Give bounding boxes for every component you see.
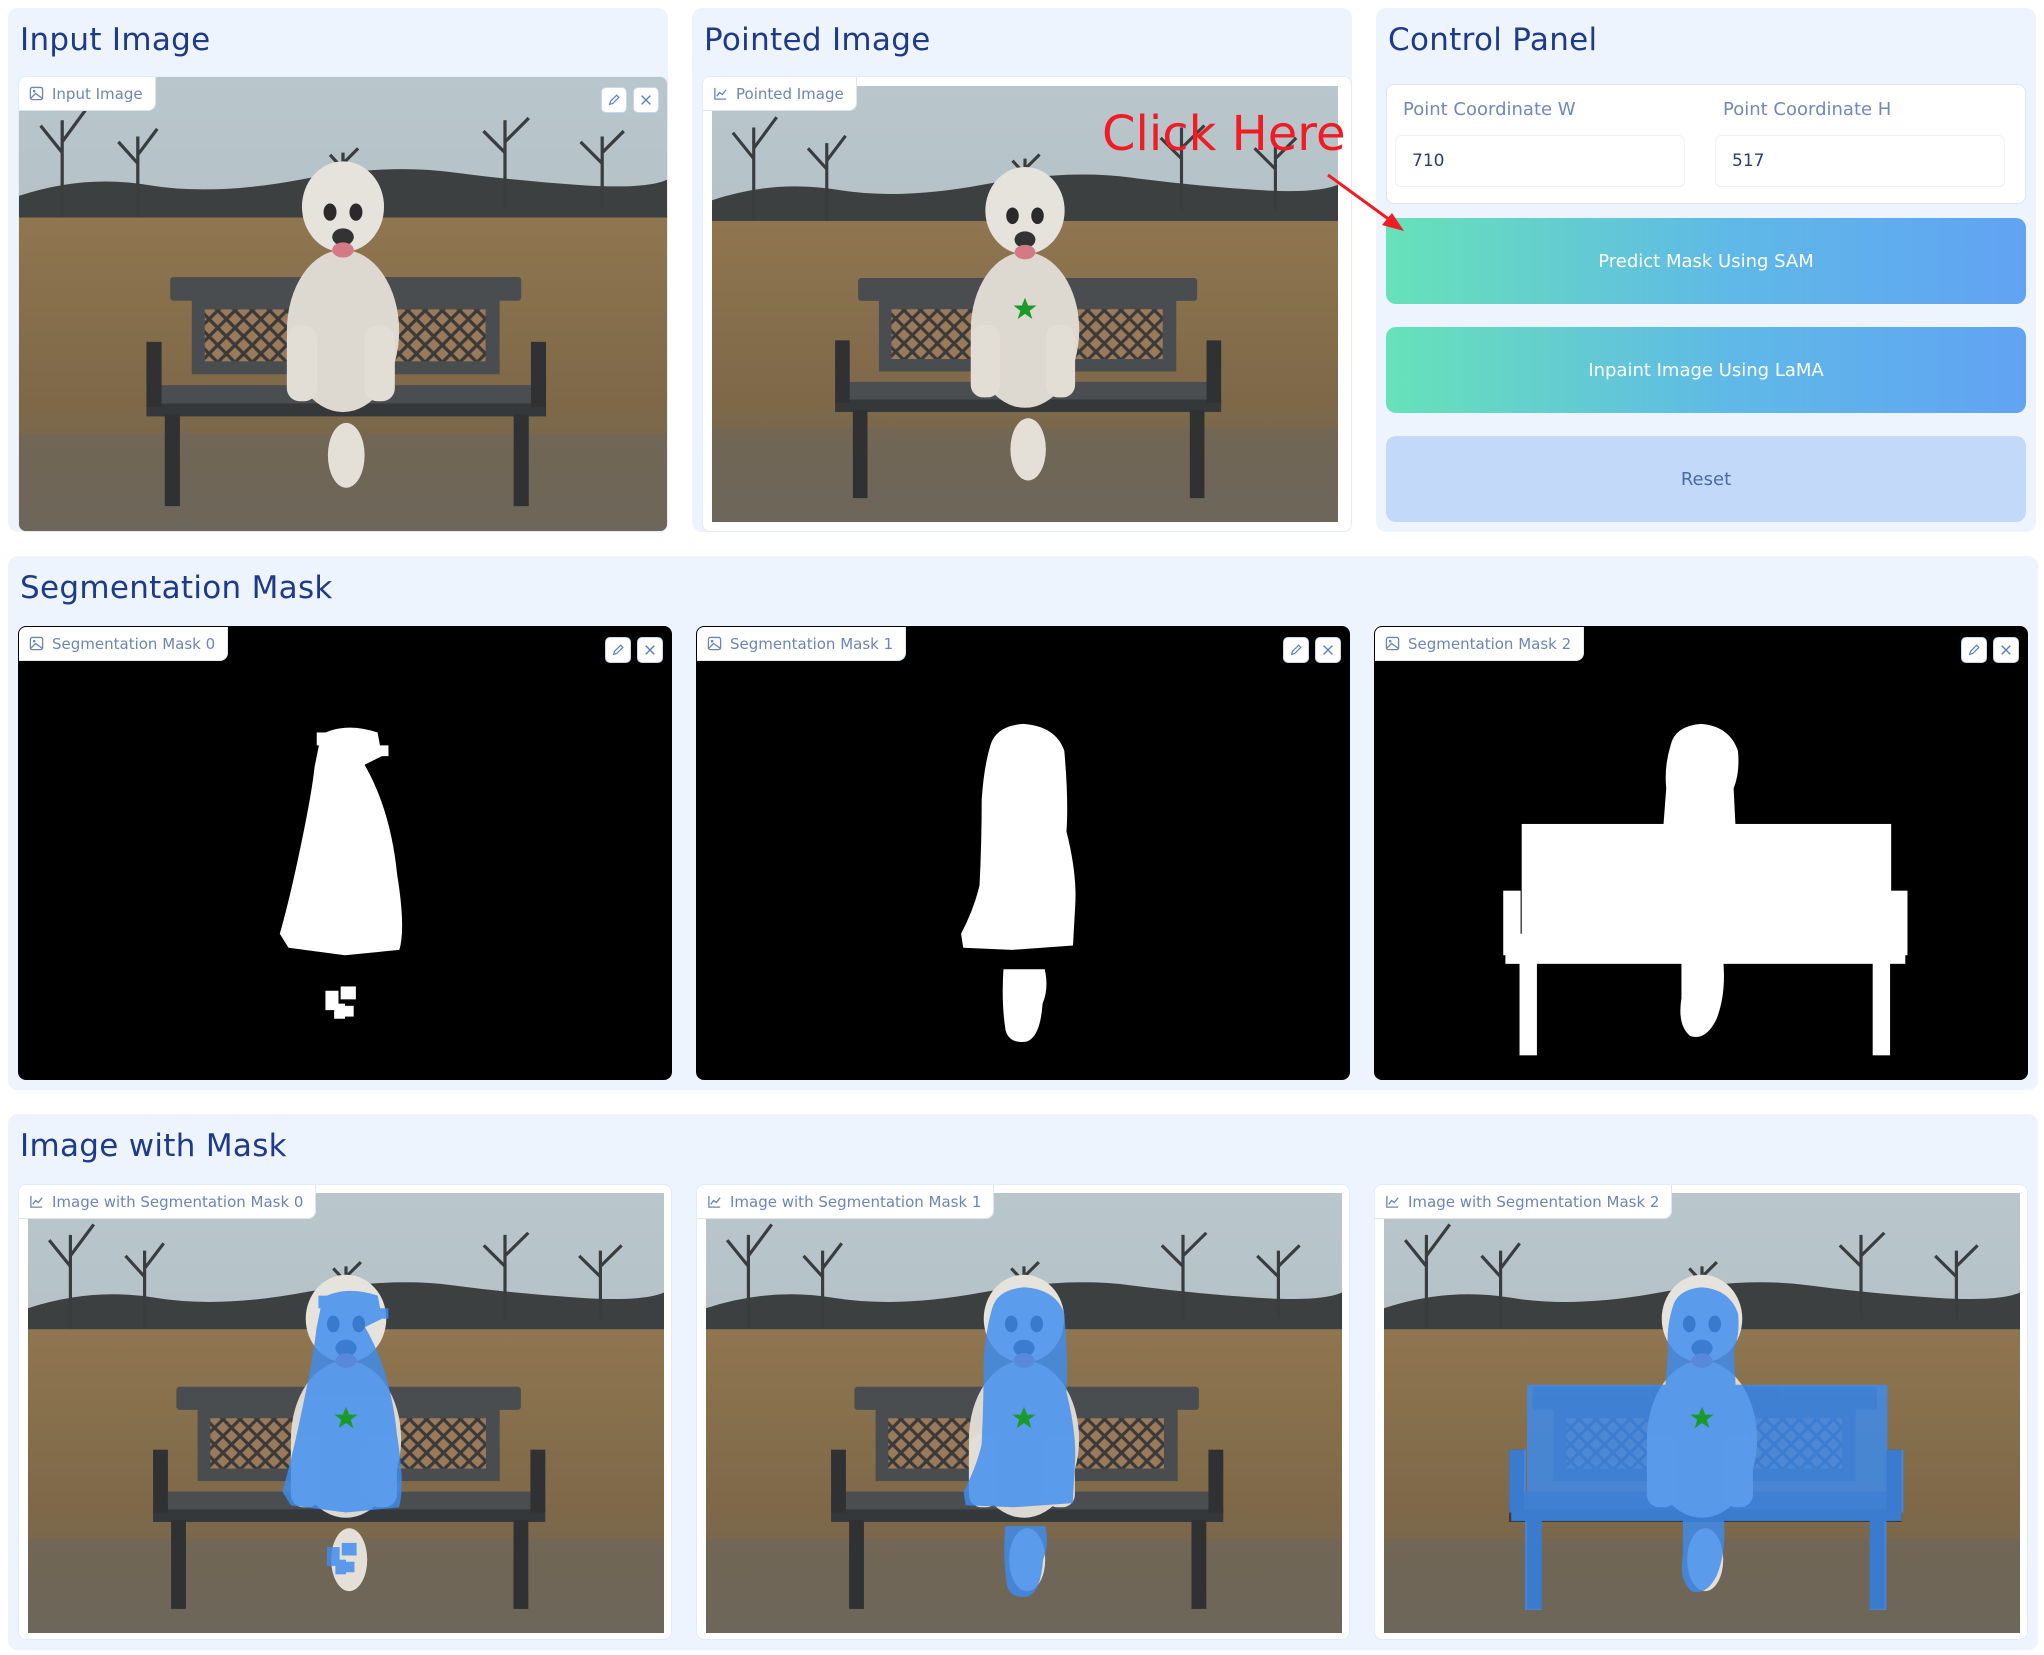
edit-button[interactable] — [1961, 637, 1987, 663]
input-image-label: Input Image — [52, 84, 143, 103]
overlay-2-label-chip: Image with Segmentation Mask 2 — [1375, 1185, 1673, 1219]
pointed-image-panel: Pointed Image Pointed Image — [692, 8, 1352, 532]
input-image-panel: Input Image Input Image — [8, 8, 668, 532]
chart-icon — [30, 1195, 43, 1208]
mask-0-label: Segmentation Mask 0 — [52, 634, 216, 653]
mask-0-label-chip: Segmentation Mask 0 — [19, 627, 229, 661]
segmentation-mask-0-box[interactable]: Segmentation Mask 0 — [18, 626, 672, 1080]
mask-1-image — [697, 627, 1349, 1079]
overlay-0-label-chip: Image with Segmentation Mask 0 — [19, 1185, 317, 1219]
click-here-annotation: Click Here — [1102, 106, 1346, 162]
pointed-image-label-chip: Pointed Image — [703, 77, 857, 111]
mask-1-label: Segmentation Mask 1 — [730, 634, 894, 653]
clear-button[interactable] — [1993, 637, 2019, 663]
edit-button[interactable] — [605, 637, 631, 663]
coord-w-input[interactable] — [1395, 135, 1685, 187]
input-image-box[interactable]: Input Image — [18, 76, 668, 532]
close-icon — [641, 95, 651, 105]
segmentation-mask-panel: Segmentation Mask Segmentation Mask 0 Se… — [8, 556, 2038, 1090]
mask-2-label: Segmentation Mask 2 — [1408, 634, 1572, 653]
image-icon — [707, 636, 722, 651]
inpaint-image-button[interactable]: Inpaint Image Using LaMA — [1386, 327, 2026, 413]
input-photo — [19, 77, 667, 531]
overlay-1-box[interactable]: Image with Segmentation Mask 1 — [696, 1184, 1350, 1640]
image-with-mask-title: Image with Mask — [20, 1128, 287, 1164]
overlay-1-label-chip: Image with Segmentation Mask 1 — [697, 1185, 995, 1219]
image-icon — [1385, 636, 1400, 651]
input-image-title: Input Image — [20, 22, 211, 58]
point-coordinates-card: Point Coordinate W Point Coordinate H — [1386, 84, 2026, 204]
mask-2-image — [1375, 627, 2027, 1079]
chart-icon — [708, 1195, 721, 1208]
control-panel: Control Panel Point Coordinate W Point C… — [1376, 8, 2036, 532]
image-icon — [29, 86, 44, 101]
overlay-0-label: Image with Segmentation Mask 0 — [52, 1192, 304, 1211]
annotation-arrow — [1327, 173, 1404, 231]
edit-icon — [608, 94, 620, 106]
edit-icon — [1968, 644, 1980, 656]
predict-mask-button[interactable]: Predict Mask Using SAM — [1386, 218, 2026, 304]
coord-h-input[interactable] — [1715, 135, 2005, 187]
coord-h-label: Point Coordinate H — [1723, 99, 1892, 120]
overlay-2-box[interactable]: Image with Segmentation Mask 2 — [1374, 1184, 2028, 1640]
close-icon — [645, 645, 655, 655]
control-panel-title: Control Panel — [1388, 22, 1598, 58]
segmentation-mask-2-box[interactable]: Segmentation Mask 2 — [1374, 626, 2028, 1080]
overlay-1-image — [706, 1193, 1342, 1633]
overlay-1-label: Image with Segmentation Mask 1 — [730, 1192, 982, 1211]
edit-button[interactable] — [1283, 637, 1309, 663]
overlay-0-image — [28, 1193, 664, 1633]
reset-button[interactable]: Reset — [1386, 436, 2026, 522]
chart-icon — [1386, 1195, 1399, 1208]
mask-2-label-chip: Segmentation Mask 2 — [1375, 627, 1585, 661]
edit-icon — [612, 644, 624, 656]
overlay-2-image — [1384, 1193, 2020, 1633]
segmentation-mask-1-box[interactable]: Segmentation Mask 1 — [696, 626, 1350, 1080]
chart-icon — [714, 87, 727, 100]
segmentation-mask-title: Segmentation Mask — [20, 570, 333, 606]
image-icon — [29, 636, 44, 651]
close-icon — [1323, 645, 1333, 655]
clear-button[interactable] — [633, 87, 659, 113]
clear-button[interactable] — [637, 637, 663, 663]
clear-button[interactable] — [1315, 637, 1341, 663]
close-icon — [2001, 645, 2011, 655]
image-with-mask-panel: Image with Mask Image with Segmentation … — [8, 1114, 2038, 1650]
edit-button[interactable] — [601, 87, 627, 113]
mask-0-image — [19, 627, 671, 1079]
pointed-image-title: Pointed Image — [704, 22, 931, 58]
overlay-2-label: Image with Segmentation Mask 2 — [1408, 1192, 1660, 1211]
input-image-label-chip: Input Image — [19, 77, 156, 111]
edit-icon — [1290, 644, 1302, 656]
coord-w-label: Point Coordinate W — [1403, 99, 1576, 120]
mask-1-label-chip: Segmentation Mask 1 — [697, 627, 907, 661]
overlay-0-box[interactable]: Image with Segmentation Mask 0 — [18, 1184, 672, 1640]
pointed-image-label: Pointed Image — [736, 84, 844, 103]
